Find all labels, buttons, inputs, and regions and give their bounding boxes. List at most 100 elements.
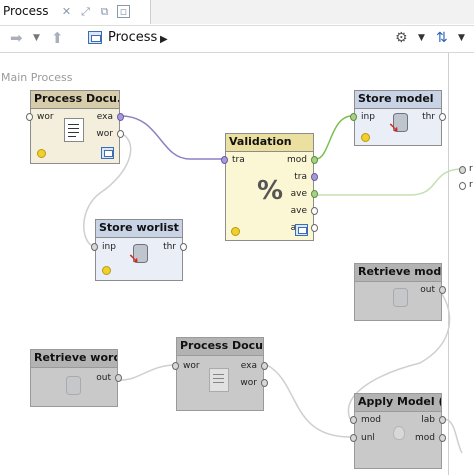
status-icon bbox=[231, 227, 240, 236]
operator-title: Retrieve model bbox=[355, 264, 441, 282]
port-label: inp bbox=[102, 242, 116, 252]
port-label: mod bbox=[287, 155, 307, 165]
status-icon bbox=[361, 133, 370, 142]
document-icon bbox=[209, 368, 229, 392]
port-label: thr bbox=[163, 242, 176, 252]
output-port[interactable] bbox=[311, 207, 318, 215]
tab-process[interactable]: Process ✕ ⤢ ⧉ ▫ bbox=[0, 0, 151, 24]
output-port[interactable] bbox=[311, 190, 318, 198]
process-canvas[interactable]: Main Process r r Process Docu... wor exa… bbox=[0, 52, 474, 475]
maximize-icon[interactable]: ⤢ bbox=[79, 5, 92, 18]
input-port[interactable] bbox=[221, 156, 228, 164]
operator-title: Apply Model (2) bbox=[355, 394, 441, 412]
operator-store-model[interactable]: Store model inp thr ➘ bbox=[350, 90, 446, 146]
wand-icon[interactable]: ⚙ bbox=[395, 30, 408, 46]
port-label: wor bbox=[96, 129, 113, 139]
store-icon: ➘ bbox=[388, 111, 410, 135]
arrow-up-icon[interactable]: ⬆ bbox=[51, 30, 64, 46]
close-icon[interactable]: ✕ bbox=[60, 5, 73, 18]
port-label: tra bbox=[232, 155, 245, 165]
chevron-down-icon[interactable]: ▼ bbox=[418, 30, 425, 46]
port-label: exa bbox=[96, 112, 113, 122]
chevron-down-icon[interactable]: ▼ bbox=[33, 30, 40, 46]
operator-title: Retrieve word bbox=[31, 350, 117, 368]
wire-retrieve-word bbox=[120, 364, 177, 381]
output-port[interactable] bbox=[115, 374, 122, 382]
port-label: out bbox=[420, 285, 435, 295]
status-icon bbox=[37, 149, 46, 158]
output-port[interactable] bbox=[311, 173, 318, 181]
port-label: lab bbox=[421, 415, 435, 425]
bulb-icon bbox=[393, 426, 405, 440]
process-output-label: r bbox=[469, 180, 473, 190]
port-label: ave bbox=[290, 206, 307, 216]
port-label: wor bbox=[37, 112, 54, 122]
input-port[interactable] bbox=[91, 243, 98, 251]
wire-doc2-to-apply bbox=[266, 364, 351, 438]
process-output-port[interactable] bbox=[459, 166, 466, 174]
sort-icon[interactable]: ⇅ bbox=[436, 30, 448, 46]
port-label: mod bbox=[361, 415, 381, 425]
port-label: ave bbox=[290, 189, 307, 199]
operator-title: Validation bbox=[226, 134, 313, 152]
output-port[interactable] bbox=[311, 224, 318, 232]
operator-retrieve-word[interactable]: Retrieve word out bbox=[30, 349, 122, 407]
store-icon: ➘ bbox=[128, 242, 150, 266]
retrieve-icon bbox=[61, 374, 83, 398]
process-icon bbox=[88, 31, 102, 44]
input-port[interactable] bbox=[172, 362, 179, 370]
process-output-label: r bbox=[469, 164, 473, 174]
operator-title: Store worlist bbox=[96, 220, 182, 238]
input-port[interactable] bbox=[350, 416, 357, 424]
output-port[interactable] bbox=[261, 362, 268, 370]
operator-apply-model[interactable]: Apply Model (2) mod unl lab mod bbox=[350, 393, 446, 469]
restore-icon[interactable]: ⧉ bbox=[98, 5, 111, 18]
operator-title: Process Docu... bbox=[177, 338, 263, 356]
output-port[interactable] bbox=[117, 130, 124, 138]
wire-apply-out bbox=[443, 418, 463, 454]
process-output-port[interactable] bbox=[459, 182, 466, 190]
input-port[interactable] bbox=[26, 113, 33, 121]
document-icon bbox=[64, 118, 84, 142]
port-label: unl bbox=[361, 433, 375, 443]
process-toolbar: ➡ ▼ ⬆ Process ▶ ⚙ ▼ ⇅ ▼ bbox=[0, 25, 474, 53]
output-port[interactable] bbox=[117, 113, 124, 121]
port-label: wor bbox=[183, 361, 200, 371]
breadcrumb-label: Process bbox=[108, 30, 158, 45]
operator-validation[interactable]: Validation tra mod tra ave ave ave % bbox=[221, 133, 318, 241]
operator-title: Store model bbox=[355, 91, 441, 109]
output-port[interactable] bbox=[439, 113, 446, 121]
input-port[interactable] bbox=[350, 434, 357, 442]
subprocess-icon[interactable] bbox=[101, 147, 114, 159]
subprocess-icon[interactable] bbox=[295, 224, 308, 236]
operator-title: Process Docu... bbox=[31, 91, 119, 109]
breadcrumb-arrow-icon[interactable]: ▶ bbox=[160, 34, 168, 45]
port-label: inp bbox=[361, 112, 375, 122]
operator-retrieve-model[interactable]: Retrieve model out bbox=[354, 263, 446, 321]
operator-process-documents-2[interactable]: Process Docu... wor exa wor bbox=[172, 337, 268, 411]
tab-bar: Process ✕ ⤢ ⧉ ▫ bbox=[0, 0, 474, 24]
port-label: wor bbox=[240, 378, 257, 388]
port-label: mod bbox=[415, 433, 435, 443]
input-port[interactable] bbox=[350, 113, 357, 121]
output-port[interactable] bbox=[311, 156, 318, 164]
output-port[interactable] bbox=[439, 434, 446, 442]
port-label: exa bbox=[240, 361, 257, 371]
output-port[interactable] bbox=[180, 243, 187, 251]
wire-validation-to-output bbox=[316, 168, 461, 196]
percent-icon: % bbox=[257, 176, 284, 206]
operator-store-wordlist[interactable]: Store worlist inp thr ➘ bbox=[91, 219, 187, 281]
port-label: tra bbox=[294, 172, 307, 182]
output-port[interactable] bbox=[439, 416, 446, 424]
chevron-down-icon[interactable]: ▼ bbox=[458, 30, 465, 46]
wire-doc-to-validation bbox=[120, 115, 222, 160]
output-port[interactable] bbox=[261, 379, 268, 387]
wire-validation-to-store-model bbox=[315, 115, 353, 160]
output-port[interactable] bbox=[439, 286, 446, 294]
port-label: out bbox=[96, 373, 111, 383]
arrow-right-icon[interactable]: ➡ bbox=[10, 30, 23, 46]
retrieve-icon bbox=[388, 286, 410, 310]
operator-process-documents[interactable]: Process Docu... wor exa wor bbox=[26, 90, 124, 164]
minimize-icon[interactable]: ▫ bbox=[117, 5, 130, 18]
status-icon bbox=[102, 266, 111, 275]
